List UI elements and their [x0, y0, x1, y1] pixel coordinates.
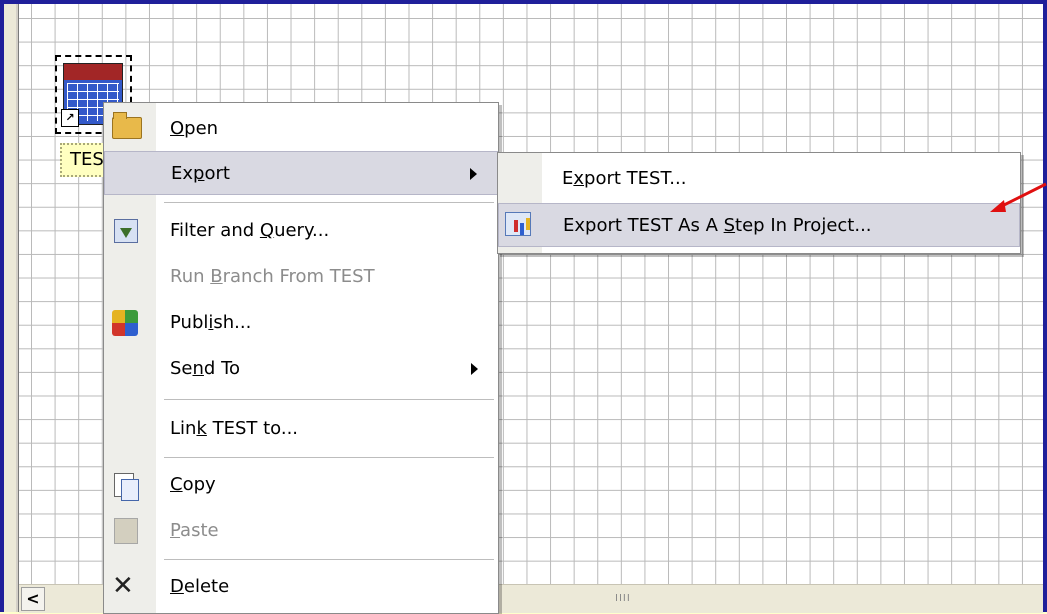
- menu-separator: [164, 457, 494, 458]
- export-step-icon: [505, 212, 531, 236]
- menu-item-run-branch: Run Branch From TEST: [170, 266, 375, 287]
- menu-item-link[interactable]: Link TEST to...: [104, 407, 498, 451]
- menu-separator: [164, 559, 494, 560]
- menu-item-export-test[interactable]: Export TEST...: [498, 157, 1020, 201]
- menu-item-open[interactable]: Open: [104, 107, 498, 151]
- menu-item-paste: Paste: [104, 509, 498, 553]
- menu-item-export[interactable]: Export: [104, 151, 498, 195]
- export-submenu: Export TEST... Export TEST As A Step In …: [497, 152, 1021, 254]
- copy-icon: [114, 473, 139, 501]
- scroll-grip[interactable]: IIII: [615, 593, 631, 604]
- menu-separator: [164, 399, 494, 400]
- menu-item-delete[interactable]: ✕ Delete: [104, 565, 498, 609]
- annotation-arrow-icon: [990, 182, 1047, 212]
- menu-separator: [164, 202, 494, 203]
- menu-item-filter-and-query[interactable]: Filter and Query...: [104, 209, 498, 253]
- menu-item-publish[interactable]: Publish...: [104, 301, 498, 345]
- left-ruler: [4, 4, 19, 612]
- menu-item-export-as-step[interactable]: Export TEST As A Step In Project...: [498, 203, 1020, 247]
- submenu-arrow-icon: [470, 168, 477, 180]
- shortcut-arrow-icon: ↗: [61, 109, 79, 127]
- paste-icon: [114, 518, 138, 544]
- open-folder-icon: [112, 112, 142, 139]
- filter-icon: [114, 219, 138, 243]
- menu-item-copy[interactable]: Copy: [104, 463, 498, 507]
- context-menu: Open Export Filter and Query... Run Bran…: [103, 102, 499, 614]
- delete-icon: ✕: [112, 571, 134, 601]
- scroll-left-button[interactable]: <: [21, 587, 45, 611]
- menu-item-send-to[interactable]: Send To: [104, 347, 498, 391]
- publish-icon: [112, 310, 138, 336]
- submenu-arrow-icon: [471, 363, 478, 375]
